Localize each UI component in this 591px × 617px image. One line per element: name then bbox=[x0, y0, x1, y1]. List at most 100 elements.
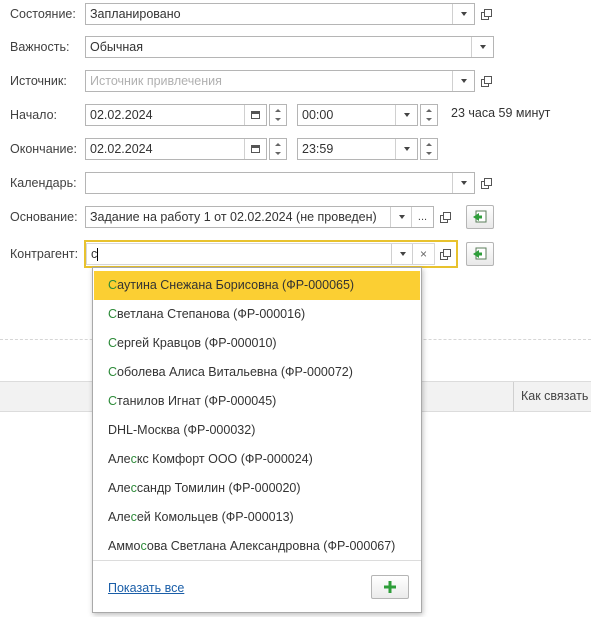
create-based-on-icon bbox=[473, 247, 487, 260]
counterparty-dropdown-button[interactable] bbox=[391, 244, 413, 264]
source-dropdown-button[interactable] bbox=[452, 71, 474, 91]
list-item[interactable]: DHL-Москва (ФР-000032) bbox=[94, 416, 420, 445]
table-column-divider bbox=[513, 382, 514, 411]
end-time-dropdown-button[interactable] bbox=[395, 139, 417, 159]
open-form-icon bbox=[439, 249, 451, 260]
end-date-stepper[interactable] bbox=[269, 138, 287, 160]
list-item-match-text: С bbox=[108, 336, 118, 350]
list-item-pre-text: Але bbox=[108, 481, 131, 495]
start-calendar-button[interactable] bbox=[244, 105, 266, 125]
counterparty-create-button[interactable] bbox=[466, 242, 494, 266]
list-item[interactable]: Саутина Снежана Борисовна (ФР-000065) bbox=[94, 271, 420, 300]
source-label: Источник: bbox=[10, 74, 67, 88]
list-item-pre-text: Але bbox=[108, 510, 131, 524]
list-item-pre-text: Аммо bbox=[108, 539, 141, 553]
list-item[interactable]: Соболева Алиса Витальевна (ФР-000072) bbox=[94, 358, 420, 387]
counterparty-label: Контрагент: bbox=[10, 247, 79, 261]
end-label: Окончание: bbox=[10, 142, 77, 156]
chevron-down-icon bbox=[460, 181, 467, 185]
open-form-icon bbox=[480, 178, 492, 189]
chevron-down-icon bbox=[479, 45, 486, 49]
importance-label: Важность: bbox=[10, 40, 70, 54]
create-based-on-icon bbox=[473, 210, 487, 223]
importance-field[interactable]: Обычная bbox=[85, 36, 494, 58]
list-item-post-text: сандр Томилин (ФР-000020) bbox=[136, 481, 301, 495]
list-item[interactable]: Станилов Игнат (ФР-000045) bbox=[94, 387, 420, 416]
start-date-field[interactable]: 02.02.2024 bbox=[85, 104, 267, 126]
list-item-match-text: С bbox=[108, 394, 118, 408]
end-time-value: 23:59 bbox=[302, 142, 334, 156]
list-item-post-text: ветлана Степанова (ФР-000016) bbox=[117, 307, 306, 321]
list-item-post-text: аутина Снежана Борисовна (ФР-000065) bbox=[117, 278, 355, 292]
calendar-icon bbox=[251, 145, 260, 153]
importance-value: Обычная bbox=[90, 40, 144, 54]
calendar-open-button[interactable] bbox=[475, 172, 496, 194]
calendar-icon bbox=[251, 111, 260, 119]
open-form-icon bbox=[480, 9, 492, 20]
chevron-down-icon bbox=[460, 79, 467, 83]
list-item-match-text: С bbox=[108, 365, 118, 379]
duration-text: 23 часа 59 минут bbox=[451, 106, 551, 120]
column-header-how-contact[interactable]: Как связать bbox=[521, 382, 588, 411]
state-field[interactable]: Запланировано bbox=[85, 3, 475, 25]
counterparty-field[interactable]: с × bbox=[86, 243, 435, 265]
chevron-down-icon bbox=[399, 252, 406, 256]
basis-field[interactable]: Задание на работу 1 от 02.02.2024 (не пр… bbox=[85, 206, 434, 228]
state-value: Запланировано bbox=[90, 7, 181, 21]
chevron-down-icon bbox=[403, 147, 410, 151]
start-label: Начало: bbox=[10, 108, 58, 122]
list-item[interactable]: Аммосова Светлана Александровна (ФР-0000… bbox=[94, 532, 420, 561]
show-all-link[interactable]: Показать все bbox=[108, 581, 184, 595]
plus-icon bbox=[384, 581, 396, 593]
basis-label: Основание: bbox=[10, 210, 78, 224]
open-form-icon bbox=[439, 212, 451, 223]
basis-create-button[interactable] bbox=[466, 205, 494, 229]
start-time-field[interactable]: 00:00 bbox=[297, 104, 418, 126]
list-item-post-text: ова Светлана Александровна (ФР-000067) bbox=[146, 539, 396, 553]
counterparty-open-button[interactable] bbox=[434, 243, 455, 265]
basis-select-button[interactable]: ... bbox=[411, 207, 433, 227]
state-label: Состояние: bbox=[10, 7, 76, 21]
end-time-stepper[interactable] bbox=[420, 138, 438, 160]
chevron-down-icon bbox=[398, 215, 405, 219]
chevron-down-icon bbox=[403, 113, 410, 117]
calendar-dropdown-button[interactable] bbox=[452, 173, 474, 193]
list-item-post-text: оболева Алиса Витальевна (ФР-000072) bbox=[117, 365, 353, 379]
list-item-post-text: ергей Кравцов (ФР-000010) bbox=[117, 336, 277, 350]
state-dropdown-button[interactable] bbox=[452, 4, 474, 24]
basis-value: Задание на работу 1 от 02.02.2024 (не пр… bbox=[90, 210, 377, 224]
chevron-down-icon bbox=[460, 12, 467, 16]
list-item[interactable]: Светлана Степанова (ФР-000016) bbox=[94, 300, 420, 329]
calendar-label: Календарь: bbox=[10, 176, 77, 190]
state-open-button[interactable] bbox=[475, 3, 496, 25]
add-counterparty-button[interactable] bbox=[371, 575, 409, 599]
source-open-button[interactable] bbox=[475, 70, 496, 92]
importance-dropdown-button[interactable] bbox=[471, 37, 493, 57]
end-time-field[interactable]: 23:59 bbox=[297, 138, 418, 160]
source-field[interactable]: Источник привлечения bbox=[85, 70, 475, 92]
list-item-post-text: танилов Игнат (ФР-000045) bbox=[117, 394, 277, 408]
list-item-match-text: С bbox=[108, 278, 118, 292]
list-item-match-text: С bbox=[108, 307, 118, 321]
dropdown-divider bbox=[93, 560, 421, 561]
list-item[interactable]: Алессандр Томилин (ФР-000020) bbox=[94, 474, 420, 503]
basis-open-button[interactable] bbox=[434, 206, 455, 228]
counterparty-autocomplete-list: Саутина Снежана Борисовна (ФР-000065) Све… bbox=[92, 267, 422, 613]
start-time-dropdown-button[interactable] bbox=[395, 105, 417, 125]
start-date-value: 02.02.2024 bbox=[90, 108, 153, 122]
start-time-stepper[interactable] bbox=[420, 104, 438, 126]
end-date-field[interactable]: 02.02.2024 bbox=[85, 138, 267, 160]
calendar-field[interactable] bbox=[85, 172, 475, 194]
list-item[interactable]: Алесей Комольцев (ФР-000013) bbox=[94, 503, 420, 532]
start-date-stepper[interactable] bbox=[269, 104, 287, 126]
list-item-post-text: ей Комольцев (ФР-000013) bbox=[136, 510, 294, 524]
list-item[interactable]: Сергей Кравцов (ФР-000010) bbox=[94, 329, 420, 358]
list-item-pre-text: DHL-Москва (ФР-000032) bbox=[108, 423, 256, 437]
basis-dropdown-button[interactable] bbox=[390, 207, 412, 227]
text-cursor bbox=[97, 248, 99, 262]
end-calendar-button[interactable] bbox=[244, 139, 266, 159]
list-item[interactable]: Алескс Комфорт ООО (ФР-000024) bbox=[94, 445, 420, 474]
list-item-post-text: кс Комфорт ООО (ФР-000024) bbox=[136, 452, 313, 466]
end-date-value: 02.02.2024 bbox=[90, 142, 153, 156]
counterparty-clear-button[interactable]: × bbox=[412, 244, 434, 264]
